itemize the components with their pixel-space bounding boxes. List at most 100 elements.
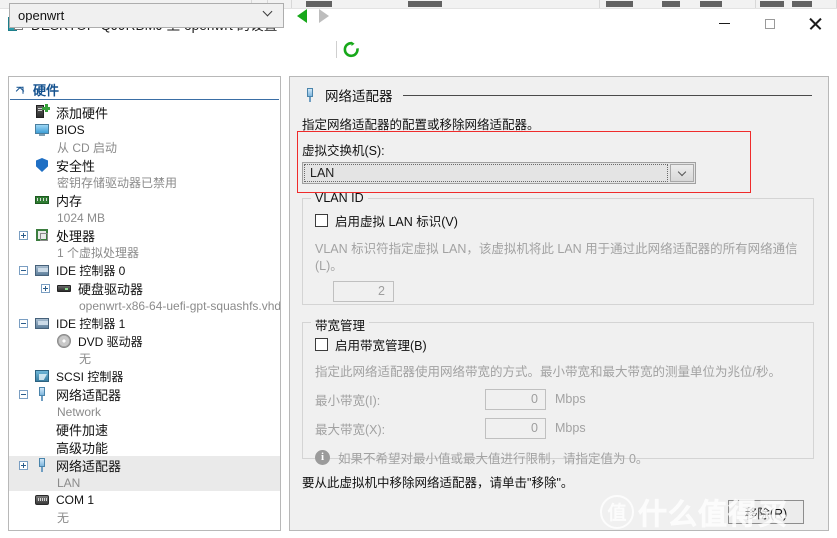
tree-expander-minus[interactable] [19, 389, 28, 399]
tree-item-processor[interactable]: 处理器 [9, 226, 280, 244]
min-bandwidth-input[interactable]: 0 [485, 388, 546, 410]
hard-drive-icon [56, 280, 72, 296]
dvd-drive-icon [56, 333, 72, 349]
tree-item-add-hardware[interactable]: 添加硬件 [9, 103, 280, 121]
tree-item-hard-drive[interactable]: 硬盘驱动器 [9, 279, 280, 297]
refresh-icon-glyph [343, 41, 359, 58]
bandwidth-help-text: 指定此网络适配器使用网络带宽的方式。最小带宽和最大带宽的测量单位为兆位/秒。 [315, 365, 781, 379]
virtual-switch-value-field[interactable]: LAN [304, 164, 668, 182]
com-port-icon [34, 492, 50, 508]
tree-expander-plus[interactable] [41, 283, 50, 293]
tree-item-network-adapter-lan[interactable]: 网络适配器 [9, 456, 280, 474]
enable-vlan-label: 启用虚拟 LAN 标识(V) [335, 215, 458, 229]
tree-item-security[interactable]: 安全性 [9, 156, 280, 174]
tree-expander-minus[interactable] [19, 265, 28, 275]
enable-vlan-checkbox[interactable] [315, 214, 328, 227]
tree-item-label: 内存 [56, 193, 83, 209]
tree-item-bios[interactable]: BIOS [9, 121, 280, 139]
add-hardware-icon [34, 104, 50, 120]
bios-icon [34, 122, 50, 138]
tree-item-memory[interactable]: 内存 [9, 191, 280, 209]
enable-bandwidth-checkbox[interactable] [315, 338, 328, 351]
toolbar-separator [336, 41, 337, 58]
tree-item-label: 处理器 [56, 228, 96, 244]
scsi-controller-icon [34, 368, 50, 384]
tree-item-label: COM 2 [56, 528, 94, 530]
tree-subtext-memory: 1024 MB [57, 210, 106, 225]
max-bandwidth-input[interactable]: 0 [485, 417, 546, 439]
forward-button [313, 5, 335, 27]
processor-icon [34, 227, 50, 243]
tree-item-label: 高级功能 [56, 440, 109, 456]
settings-window: DESKTOP-QJ9RBMJ 上 openwrt 的设置 openwrt [0, 0, 837, 538]
memory-icon [34, 192, 50, 208]
tree-subtext-lan: LAN [9, 474, 280, 491]
toolbar [0, 38, 837, 70]
bandwidth-legend: 带宽管理 [311, 315, 370, 334]
com-port-icon [34, 527, 50, 530]
vm-selector-value: openwrt [18, 8, 65, 23]
info-icon: i [315, 449, 330, 465]
panel-title: 网络适配器 [325, 89, 393, 104]
tree-item-scsi-controller[interactable]: SCSI 控制器 [9, 367, 280, 385]
remove-instruction-text: 要从此虚拟机中移除网络适配器，请单击"移除"。 [302, 476, 574, 490]
hardware-tree[interactable]: 硬件 添加硬件 BIOS 从 CD 启动 安全性 密钥存储驱动器已禁用 内存 1… [8, 76, 281, 531]
tree-subtext-hard-drive: openwrt-x86-64-uefi-gpt-squashfs.vhdx [79, 298, 281, 313]
tree-expander-plus[interactable] [19, 460, 28, 470]
virtual-switch-value: LAN [310, 166, 335, 180]
tree-item-label: 硬件加速 [56, 422, 109, 438]
refresh-button[interactable] [343, 41, 360, 58]
tree-item-com-2[interactable]: COM 2 [9, 526, 280, 530]
minimize-button[interactable] [702, 9, 747, 38]
button-row: 移除(R) [302, 500, 814, 524]
enable-bandwidth-checkbox-row[interactable]: 启用带宽管理(B) [315, 335, 801, 354]
close-button[interactable] [792, 9, 837, 38]
back-button[interactable] [291, 5, 313, 27]
tree-subtext-processor: 1 个虚拟处理器 [57, 246, 140, 260]
min-bandwidth-row: 最小带宽(I): 0 Mbps [315, 388, 801, 410]
vlan-id-input[interactable]: 2 [333, 280, 394, 302]
vlan-id-legend: VLAN ID [311, 191, 368, 205]
virtual-switch-label: 虚拟交换机(S): [302, 144, 385, 158]
window-controls [702, 9, 837, 38]
tree-item-ide-controller-1[interactable]: IDE 控制器 1 [9, 314, 280, 332]
close-icon [809, 18, 821, 30]
tree-expander-plus[interactable] [19, 230, 28, 240]
tree-subtext-dvd-drive: 无 [79, 352, 92, 366]
max-bandwidth-unit: Mbps [555, 421, 586, 436]
max-bandwidth-value: 0 [531, 421, 538, 436]
tree-section-header-hardware[interactable]: 硬件 [10, 80, 279, 100]
bandwidth-note-row: i 如果不希望对最小值或最大值进行限制，请指定值为 0。 [315, 448, 801, 467]
tree-subtext-network: Network [57, 404, 102, 419]
remove-button[interactable]: 移除(R) [728, 500, 804, 524]
vlan-id-value: 2 [378, 284, 385, 299]
tree-item-label: 网络适配器 [56, 387, 122, 403]
min-bandwidth-label: 最小带宽(I): [315, 393, 381, 408]
tree-expander-minus[interactable] [19, 318, 28, 328]
virtual-switch-dropdown-button[interactable] [670, 164, 694, 182]
virtual-switch-select[interactable]: LAN [302, 162, 696, 184]
tree-item-advanced-features[interactable]: 高级功能 [9, 438, 280, 456]
tree-item-ide-controller-0[interactable]: IDE 控制器 0 [9, 261, 280, 279]
chevron-up-double-icon [15, 83, 28, 96]
header-rule [402, 94, 812, 96]
vlan-id-group: VLAN ID 启用虚拟 LAN 标识(V) VLAN 标识符指定虚拟 LAN，… [302, 191, 814, 305]
max-bandwidth-row: 最大带宽(X): 0 Mbps [315, 417, 801, 439]
vlan-help-text: VLAN 标识符指定虚拟 LAN，该虚拟机将此 LAN 用于通过此网络适配器的所… [315, 242, 798, 273]
tree-item-com-1[interactable]: COM 1 [9, 491, 280, 509]
enable-vlan-checkbox-row[interactable]: 启用虚拟 LAN 标识(V) [315, 211, 801, 230]
tree-item-dvd-drive[interactable]: DVD 驱动器 [9, 332, 280, 350]
vm-selector[interactable]: openwrt [9, 3, 284, 28]
panel-header: 网络适配器 [302, 85, 814, 105]
tree-item-network-adapter-network[interactable]: 网络适配器 [9, 385, 280, 403]
tree-subtext-com-1: 无 [57, 511, 70, 525]
tree-item-label: 硬盘驱动器 [78, 281, 144, 297]
ide-controller-icon [34, 315, 50, 331]
minimize-icon [719, 22, 730, 25]
tree-item-hardware-acceleration[interactable]: 硬件加速 [9, 420, 280, 438]
tree-section-title: 硬件 [33, 83, 60, 98]
maximize-button[interactable] [747, 9, 792, 38]
max-bandwidth-label: 最大带宽(X): [315, 422, 386, 437]
network-adapter-settings-panel: 网络适配器 指定网络适配器的配置或移除网络适配器。 虚拟交换机(S): LAN … [289, 76, 829, 531]
tree-subtext-security: 密钥存储驱动器已禁用 [57, 176, 178, 190]
